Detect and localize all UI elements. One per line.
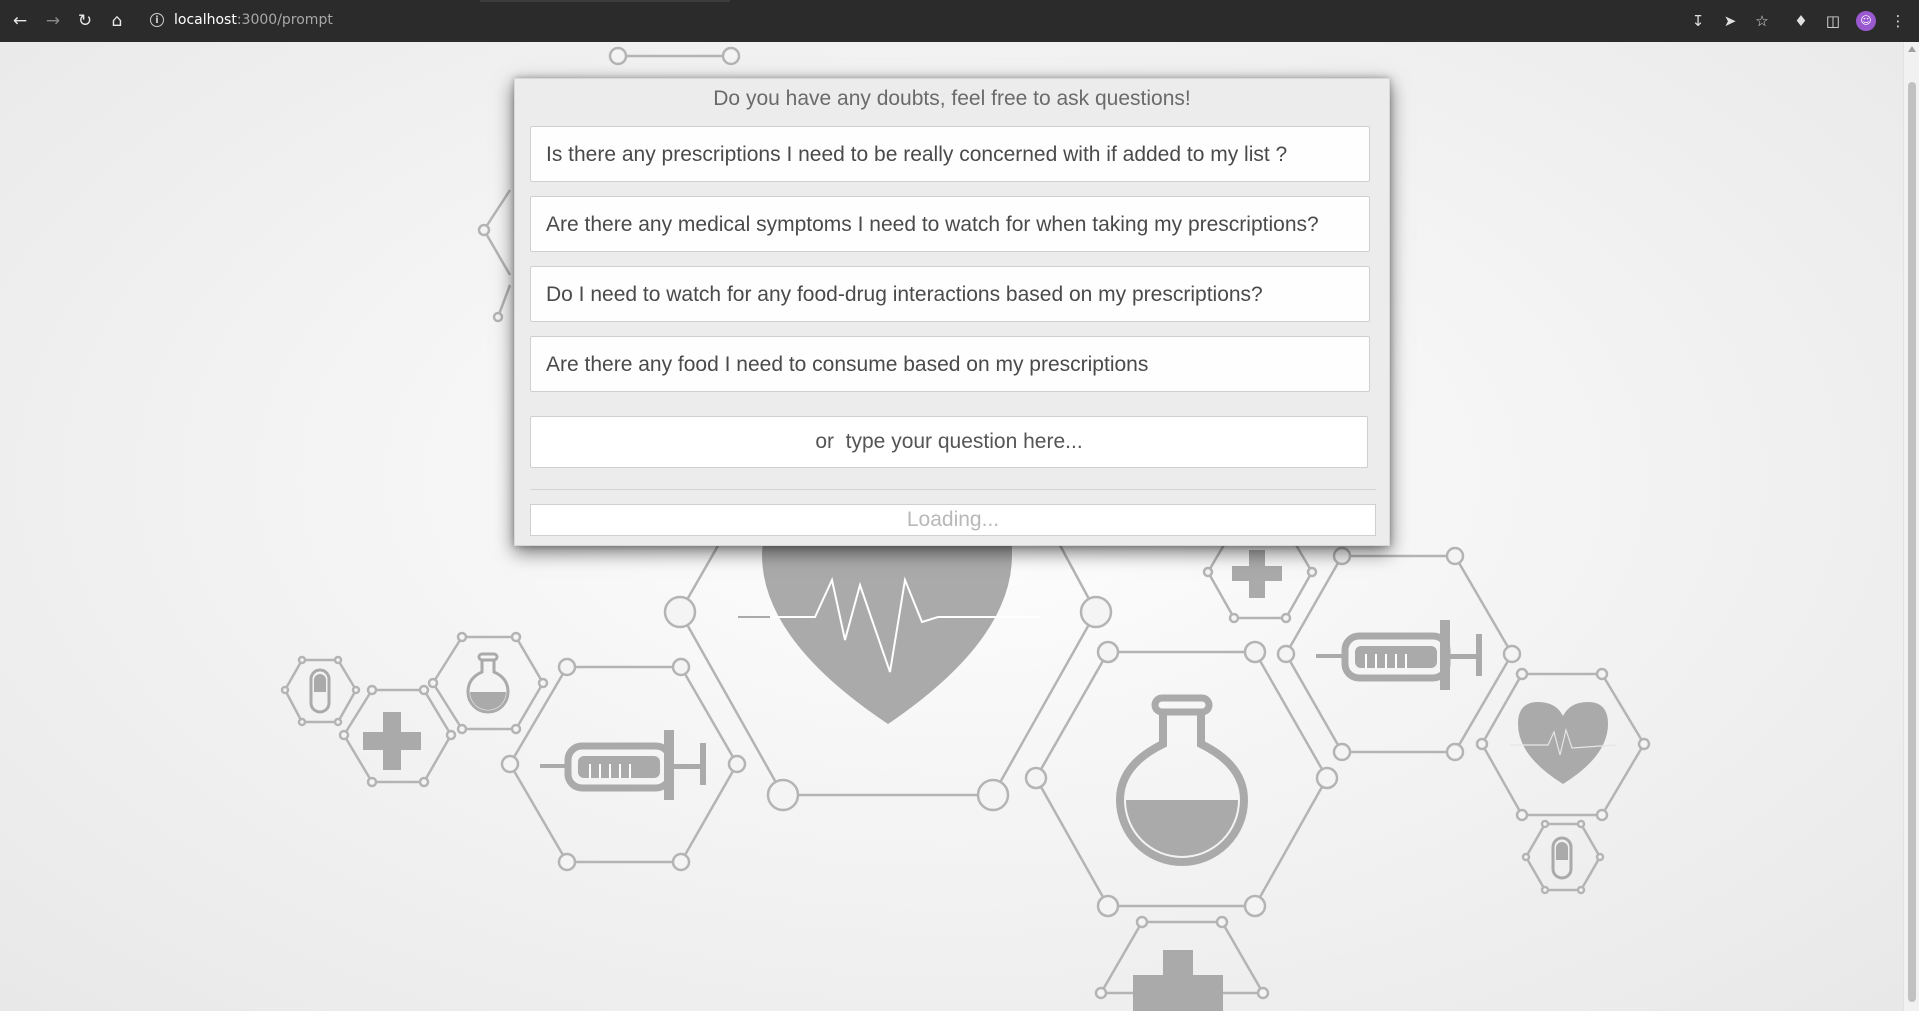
- scrollbar-thumb[interactable]: [1908, 82, 1916, 1002]
- share-icon[interactable]: ➤: [1720, 11, 1740, 31]
- scroll-up-arrow-icon[interactable]: [1908, 46, 1916, 52]
- suggested-question-button[interactable]: Are there any food I need to consume bas…: [530, 336, 1370, 392]
- extensions-icon[interactable]: ♦: [1791, 11, 1811, 31]
- question-input[interactable]: [530, 416, 1368, 468]
- divider: [530, 489, 1376, 490]
- install-icon[interactable]: ↧: [1688, 11, 1708, 31]
- home-icon[interactable]: ⌂: [107, 11, 127, 31]
- profile-avatar[interactable]: ☺: [1856, 11, 1876, 31]
- suggested-question-button[interactable]: Are there any medical symptoms I need to…: [530, 196, 1370, 252]
- menu-kebab-icon[interactable]: ⋮: [1888, 11, 1908, 31]
- suggested-question-button[interactable]: Is there any prescriptions I need to be …: [530, 126, 1370, 182]
- vertical-scrollbar[interactable]: [1903, 42, 1919, 1011]
- reload-icon[interactable]: ↻: [75, 11, 95, 31]
- loading-status: Loading...: [530, 504, 1376, 536]
- person-icon: ☺: [1860, 14, 1872, 27]
- browser-toolbar: ← → ↻ ⌂ i localhost:3000/prompt ↧ ➤ ☆ ♦ …: [0, 0, 1919, 43]
- dialog-title: Do you have any doubts, feel free to ask…: [713, 87, 1191, 110]
- forward-icon[interactable]: →: [43, 11, 63, 31]
- question-prompt-dialog: Do you have any doubts, feel free to ask…: [514, 78, 1390, 546]
- bookmark-star-icon[interactable]: ☆: [1752, 11, 1772, 31]
- tab-strip: [480, 0, 730, 2]
- url-path: :3000/prompt: [236, 12, 333, 28]
- site-info-icon[interactable]: i: [150, 13, 164, 27]
- side-panel-icon[interactable]: ◫: [1823, 11, 1843, 31]
- url-host: localhost: [174, 12, 237, 28]
- back-icon[interactable]: ←: [10, 11, 30, 31]
- suggested-question-button[interactable]: Do I need to watch for any food-drug int…: [530, 266, 1370, 322]
- address-bar[interactable]: localhost:3000/prompt: [174, 12, 333, 28]
